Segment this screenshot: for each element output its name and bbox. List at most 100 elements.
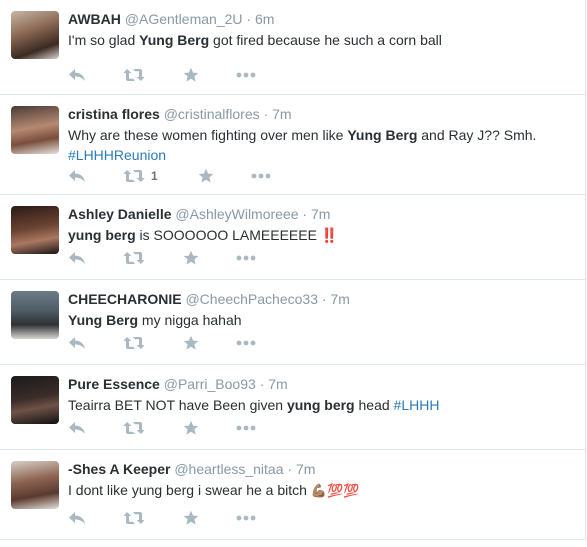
- tweet-username[interactable]: @CheechPacheco33: [185, 291, 318, 307]
- tweet[interactable]: CHEECHARONIE @CheechPacheco33 · 7m Yung B…: [0, 280, 586, 365]
- star-icon: [183, 250, 199, 266]
- favorite-button[interactable]: [183, 335, 199, 351]
- more-icon: [251, 173, 271, 179]
- tweet-header: AWBAH @AGentleman_2U · 6m: [68, 10, 274, 28]
- tweet[interactable]: cristina flores @cristinalflores · 7m Why…: [0, 95, 586, 195]
- highlighted-term: Yung Berg: [347, 127, 418, 143]
- tweet-username[interactable]: @AGentleman_2U: [125, 11, 243, 27]
- tweet-fullname[interactable]: Pure Essence: [68, 376, 160, 392]
- more-button[interactable]: [236, 420, 256, 436]
- tweet-username[interactable]: @Parri_Boo93: [164, 376, 256, 392]
- time-separator: ·: [259, 376, 265, 392]
- tweet-timestamp[interactable]: 7m: [296, 461, 315, 477]
- tweet-text: Teairra BET NOT have Been given yung ber…: [68, 395, 573, 415]
- tweet-timestamp[interactable]: 7m: [272, 106, 291, 122]
- tweet-fullname[interactable]: Ashley Danielle: [68, 206, 172, 222]
- favorite-button[interactable]: [183, 510, 199, 526]
- favorite-button[interactable]: [183, 420, 199, 436]
- text-segment: and Ray J?? Smh.: [417, 127, 537, 143]
- reply-button[interactable]: [68, 510, 86, 526]
- tweet-header: -Shes A Keeper @heartless_nitaa · 7m: [68, 460, 315, 478]
- tweet-fullname[interactable]: CHEECHARONIE: [68, 291, 182, 307]
- tweet-header: Ashley Danielle @AshleyWilmoreee · 7m: [68, 205, 330, 223]
- tweet-username[interactable]: @AshleyWilmoreee: [175, 206, 298, 222]
- retweet-icon: [123, 421, 145, 435]
- retweet-icon: [123, 336, 145, 350]
- more-icon: [236, 425, 256, 431]
- highlighted-term: Yung Berg: [139, 32, 210, 48]
- text-segment: head: [354, 397, 394, 413]
- reply-icon: [68, 336, 86, 350]
- more-icon: [236, 255, 256, 261]
- avatar[interactable]: [11, 106, 59, 154]
- tweet-timestamp[interactable]: 6m: [255, 11, 274, 27]
- tweet-username[interactable]: @cristinalflores: [164, 106, 260, 122]
- text-segment: my nigga hahah: [138, 312, 242, 328]
- reply-icon: [68, 511, 86, 525]
- tweet[interactable]: AWBAH @AGentleman_2U · 6m I'm so glad Yun…: [0, 0, 586, 95]
- tweet-timestamp[interactable]: 7m: [268, 376, 287, 392]
- tweet[interactable]: Ashley Danielle @AshleyWilmoreee · 7m yun…: [0, 195, 586, 280]
- time-separator: ·: [287, 461, 293, 477]
- retweet-icon: [123, 511, 145, 525]
- more-button[interactable]: [236, 67, 256, 83]
- more-button[interactable]: [236, 335, 256, 351]
- reply-icon: [68, 251, 86, 265]
- star-icon: [183, 510, 199, 526]
- emoji: 💪🏽💯💯: [310, 483, 360, 498]
- reply-button[interactable]: [68, 250, 86, 266]
- more-button[interactable]: [236, 250, 256, 266]
- highlighted-term: yung berg: [68, 227, 136, 243]
- text-segment: I dont like yung berg i swear he a bitch: [68, 482, 311, 498]
- favorite-button[interactable]: [183, 250, 199, 266]
- reply-button[interactable]: [68, 335, 86, 351]
- reply-button[interactable]: [68, 67, 86, 83]
- highlighted-term: Yung Berg: [68, 312, 139, 328]
- time-separator: ·: [302, 206, 308, 222]
- tweet[interactable]: -Shes A Keeper @heartless_nitaa · 7m I do…: [0, 450, 586, 540]
- avatar[interactable]: [11, 376, 59, 424]
- retweet-button[interactable]: [123, 250, 151, 266]
- star-icon: [198, 168, 214, 184]
- star-icon: [183, 335, 199, 351]
- avatar[interactable]: [11, 291, 59, 339]
- time-separator: ·: [321, 291, 327, 307]
- favorite-button[interactable]: [183, 67, 199, 83]
- tweet-fullname[interactable]: cristina flores: [68, 106, 160, 122]
- hashtag-link[interactable]: #LHHH: [394, 397, 440, 413]
- more-icon: [236, 515, 256, 521]
- more-button[interactable]: [236, 510, 256, 526]
- tweet-text: yung berg is SOOOOOO LAMEEEEEE ‼️: [68, 225, 573, 245]
- retweet-icon: [123, 68, 145, 82]
- retweet-button[interactable]: 1: [123, 168, 158, 184]
- avatar[interactable]: [11, 11, 59, 59]
- star-icon: [183, 420, 199, 436]
- tweet-text: I'm so glad Yung Berg got fired because …: [68, 30, 573, 50]
- favorite-button[interactable]: [198, 168, 214, 184]
- highlighted-term: yung berg: [286, 397, 355, 413]
- text-segment: got fired because he such a corn ball: [209, 32, 442, 48]
- retweet-icon: [123, 251, 145, 265]
- tweet-fullname[interactable]: -Shes A Keeper: [68, 461, 170, 477]
- retweet-button[interactable]: [123, 420, 151, 436]
- more-icon: [236, 340, 256, 346]
- tweet-header: CHEECHARONIE @CheechPacheco33 · 7m: [68, 290, 350, 308]
- tweet-text: I dont like yung berg i swear he a bitch…: [68, 480, 573, 501]
- tweet-timestamp[interactable]: 7m: [311, 206, 330, 222]
- tweet-username[interactable]: @heartless_nitaa: [174, 461, 283, 477]
- avatar[interactable]: [11, 461, 59, 509]
- tweet-fullname[interactable]: AWBAH: [68, 11, 121, 27]
- retweet-button[interactable]: [123, 67, 151, 83]
- tweet[interactable]: Pure Essence @Parri_Boo93 · 7m Teairra BE…: [0, 365, 586, 450]
- tweet-timestamp[interactable]: 7m: [330, 291, 349, 307]
- more-button[interactable]: [251, 168, 271, 184]
- reply-button[interactable]: [68, 420, 86, 436]
- hashtag-link[interactable]: #LHHHReunion: [68, 147, 166, 163]
- retweet-button[interactable]: [123, 510, 151, 526]
- avatar[interactable]: [11, 206, 59, 254]
- star-icon: [183, 67, 199, 83]
- reply-button[interactable]: [68, 168, 86, 184]
- retweet-button[interactable]: [123, 335, 151, 351]
- tweet-header: Pure Essence @Parri_Boo93 · 7m: [68, 375, 288, 393]
- tweet-text: Why are these women fighting over men li…: [68, 125, 573, 165]
